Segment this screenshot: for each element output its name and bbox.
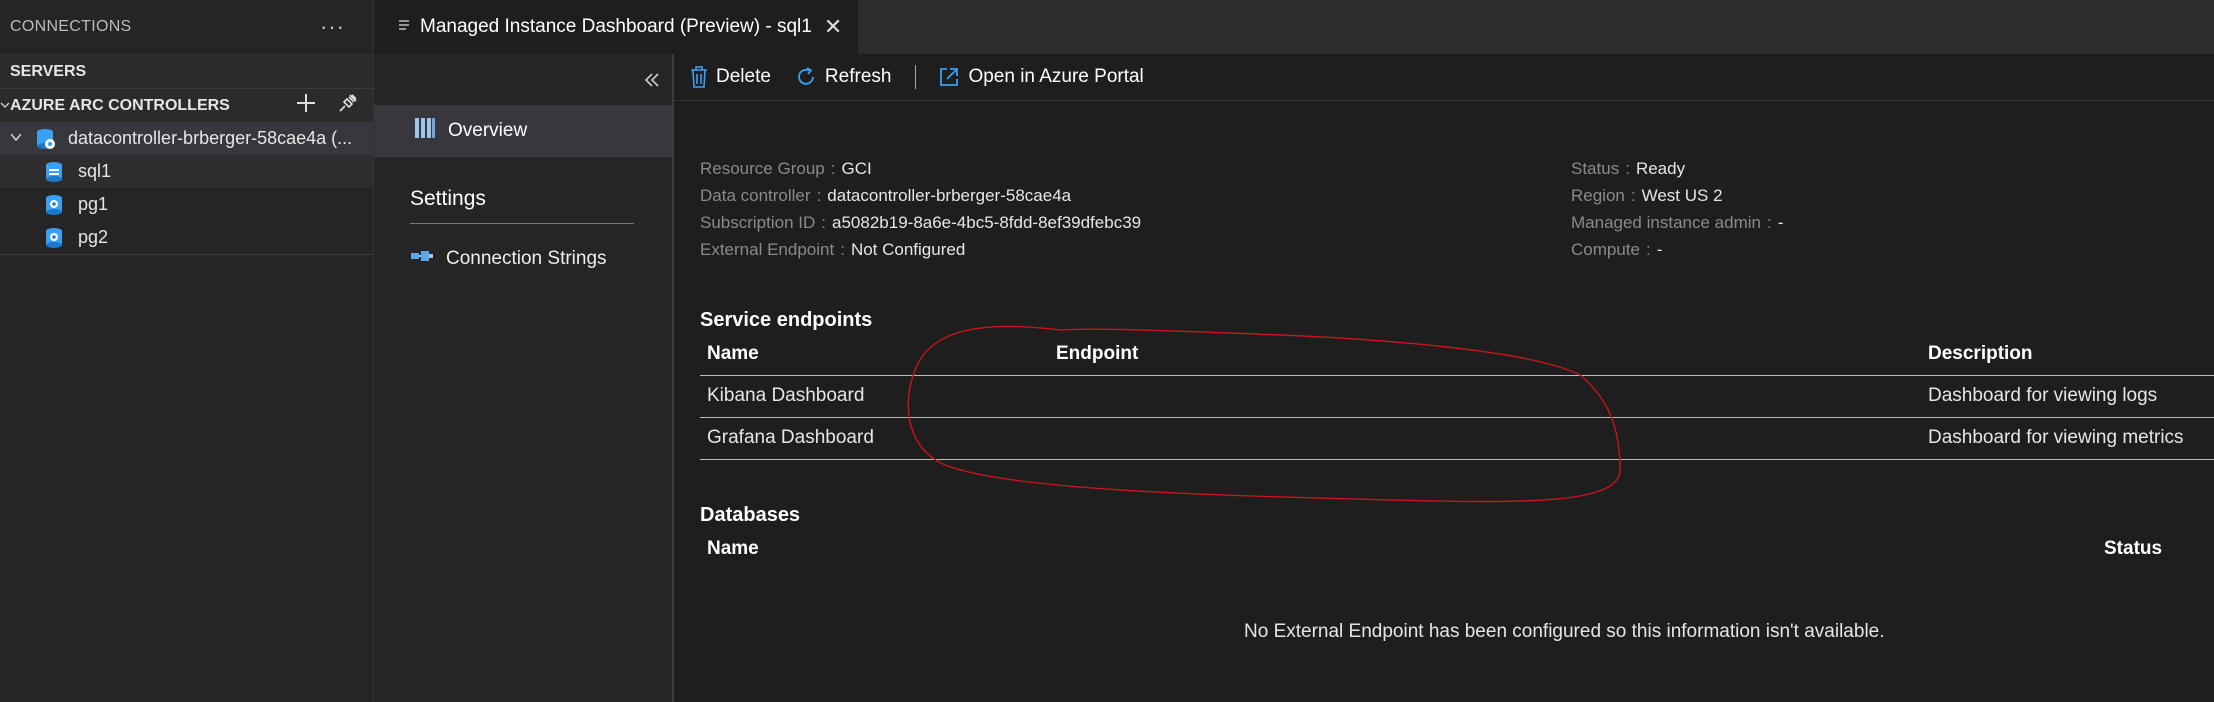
connections-pane: CONNECTIONS ··· SERVERS AZURE ARC CONTRO… (0, 0, 374, 702)
dashboard-toolbar: Delete Refresh Open in Azure Portal (674, 54, 2214, 101)
property-managed-instance-admin: Managed instance admin: - (1571, 213, 1784, 232)
property-status: Status: Ready (1571, 159, 1686, 178)
chevron-down-icon (0, 99, 10, 113)
nav-item-overview[interactable]: Overview (374, 105, 672, 157)
property-key: Resource Group (700, 159, 825, 178)
property-key: Status (1571, 159, 1620, 178)
chevron-down-icon (0, 130, 32, 147)
property-key: Compute (1571, 240, 1640, 259)
tree-item-label: sql1 (78, 161, 112, 181)
refresh-label: Refresh (824, 66, 892, 87)
databases-title: Databases (700, 504, 801, 526)
column-header-db-status: Status (2104, 538, 2163, 559)
column-header-description: Description (1928, 343, 2033, 364)
property-key: Subscription ID (700, 213, 816, 232)
connection-strings-icon (410, 248, 434, 270)
dashboard-nav: Overview Settings Connection Strings (374, 54, 674, 702)
table-divider (700, 375, 2214, 376)
property-key: Region (1571, 186, 1625, 205)
open-azure-portal-label: Open in Azure Portal (968, 66, 1144, 87)
property-key: Data controller (700, 186, 811, 205)
property-compute: Compute: - (1571, 240, 1663, 259)
property-region: Region: West US 2 (1571, 186, 1723, 205)
nav-overview-label: Overview (448, 120, 528, 141)
dashboard-tab-icon (398, 19, 410, 36)
property-value: Not Configured (850, 240, 966, 259)
servers-section-label: SERVERS (10, 62, 87, 80)
refresh-icon (798, 67, 814, 85)
property-value: West US 2 (1641, 186, 1723, 205)
property-value: GCI (841, 159, 872, 178)
tab-title: Managed Instance Dashboard (Preview) - s… (420, 16, 812, 37)
table-divider (700, 417, 2214, 418)
add-icon[interactable] (295, 92, 317, 119)
delete-label: Delete (716, 66, 771, 87)
controller-node[interactable]: datacontroller-brberger-58cae4a (... (0, 122, 373, 155)
more-actions-icon[interactable]: ··· (320, 14, 345, 40)
property-external-endpoint: External Endpoint: Not Configured (700, 240, 966, 259)
controller-label: datacontroller-brberger-58cae4a (... (68, 128, 353, 148)
open-azure-portal-button[interactable]: Open in Azure Portal (938, 66, 1144, 88)
property-resource-group: Resource Group: GCI (700, 159, 872, 178)
servers-section[interactable]: SERVERS (0, 54, 373, 88)
tree-item-sql1[interactable]: sql1 (0, 155, 373, 188)
tree-item-pg1[interactable]: pg1 (0, 188, 373, 221)
column-header-name: Name (707, 343, 759, 364)
property-key: External Endpoint (700, 240, 835, 259)
nav-settings-heading: Settings (410, 187, 634, 224)
collapse-double-chevron-icon[interactable] (644, 68, 660, 94)
endpoint-name-grafana: Grafana Dashboard (707, 427, 874, 448)
delete-button[interactable]: Delete (690, 66, 771, 88)
endpoint-name-kibana: Kibana Dashboard (707, 385, 865, 406)
service-endpoints-title: Service endpoints (700, 309, 873, 331)
connections-header: CONNECTIONS ··· (0, 0, 373, 54)
dashboard-main: Resource Group: GCI Data controller: datac… (674, 100, 2214, 702)
arc-controllers-section[interactable]: AZURE ARC CONTROLLERS (0, 88, 373, 122)
tab-managed-instance-dashboard[interactable]: Managed Instance Dashboard (Preview) - s… (374, 0, 858, 54)
databases-empty-message: No External Endpoint has been configured… (1244, 621, 1885, 642)
tree-item-pg2[interactable]: pg2 (0, 221, 373, 255)
property-value: datacontroller-brberger-58cae4a (827, 186, 1072, 205)
trash-icon (691, 66, 707, 88)
editor-tab-bar: Managed Instance Dashboard (Preview) - s… (374, 0, 2214, 54)
tree-item-label: pg1 (78, 194, 109, 214)
toolbar-divider (915, 65, 917, 89)
property-value: - (1777, 213, 1784, 232)
property-subscription-id: Subscription ID: a5082b19-8a6e-4bc5-8fdd-… (700, 213, 1142, 232)
property-key: Managed instance admin (1571, 213, 1761, 232)
postgres-instance-icon (42, 225, 68, 251)
property-data-controller: Data controller: datacontroller-brberger-… (700, 186, 1072, 205)
close-icon[interactable]: ✕ (824, 14, 842, 40)
property-value: Ready (1635, 159, 1686, 178)
column-header-db-name: Name (707, 538, 759, 559)
connections-title: CONNECTIONS (10, 18, 132, 35)
nav-connection-strings-label: Connection Strings (446, 248, 607, 269)
arc-controllers-label: AZURE ARC CONTROLLERS (10, 96, 230, 114)
tree-item-label: pg2 (78, 227, 109, 247)
table-divider (700, 459, 2214, 460)
connect-plug-icon[interactable] (337, 92, 359, 119)
postgres-instance-icon (42, 192, 68, 218)
endpoint-description-grafana: Dashboard for viewing metrics (1928, 427, 2184, 448)
endpoint-description-kibana: Dashboard for viewing logs (1928, 385, 2158, 406)
sql-instance-icon (42, 159, 68, 185)
property-value: a5082b19-8a6e-4bc5-8fdd-8ef39dfebc39 (832, 213, 1142, 232)
external-link-icon (940, 68, 959, 86)
nav-item-connection-strings[interactable]: Connection Strings (410, 248, 607, 270)
refresh-button[interactable]: Refresh (795, 66, 892, 88)
data-controller-icon (32, 126, 58, 152)
column-header-endpoint: Endpoint (1056, 343, 1139, 364)
property-value: - (1656, 240, 1663, 259)
overview-icon (414, 117, 436, 145)
